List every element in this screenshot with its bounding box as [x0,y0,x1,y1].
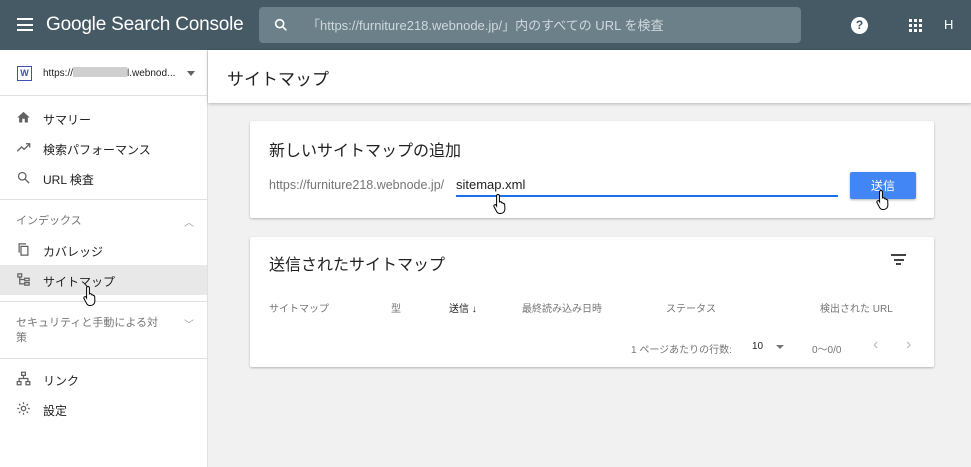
hand-cursor-icon [876,189,889,210]
chevron-up-icon[interactable]: ︿ [184,214,194,229]
column-header-status[interactable]: ステータス [666,300,716,315]
caret-down-icon[interactable] [776,345,784,349]
divider [0,358,207,359]
search-icon[interactable] [273,17,289,33]
property-url-suffix: l.webnod... [127,68,176,79]
page-header: サイトマップ [208,50,971,103]
column-header-discovered-urls[interactable]: 検出された URL [820,300,893,315]
property-url-prefix: https:// [43,68,74,79]
search-input[interactable] [307,7,787,43]
sidebar: W https:// l.webnod... サマリー 検索パフォーマンス URL… [0,50,208,467]
copy-icon [18,243,29,256]
sidebar-item-label: サマリー [43,113,92,127]
property-favicon: W [17,66,32,81]
sidebar-item-label: 設定 [43,404,68,418]
sidebar-item-label: URL 検査 [43,173,94,187]
hand-cursor-icon [83,285,96,306]
sidebar-item-performance[interactable]: 検索パフォーマンス [0,133,207,163]
sidebar-item-label: リンク [43,374,80,388]
card-title: 送信されたサイトマップ [269,257,446,274]
chevron-left-icon[interactable]: ‹ [873,336,878,354]
divider [0,301,207,302]
column-header-sitemap[interactable]: サイトマップ [269,300,329,315]
apps-icon[interactable] [909,19,922,32]
avatar[interactable]: H [944,17,953,32]
redacted-block [73,67,128,77]
sidebar-item-settings[interactable]: 設定 [0,394,207,424]
submitted-sitemaps-card: 送信されたサイトマップ サイトマップ 型 送信 ↓ 最終読み込み日時 ステータス… [250,237,934,367]
menu-icon[interactable] [17,18,33,31]
sidebar-item-sitemaps[interactable]: サイトマップ [0,265,207,295]
gear-icon [17,402,30,415]
property-selector[interactable]: W https:// l.webnod... [0,50,207,96]
column-header-submitted[interactable]: 送信 ↓ [449,300,477,315]
card-title: 新しいサイトマップの追加 [269,143,462,160]
sitemap-icon [17,273,30,286]
help-icon[interactable]: ? [851,17,868,34]
sidebar-item-coverage[interactable]: カバレッジ [0,235,207,265]
hand-cursor-icon [493,193,506,214]
section-label: インデックス [16,215,82,227]
sidebar-item-label: カバレッジ [43,245,104,259]
rows-per-page-label: 1 ページあたりの行数: [631,345,732,356]
app-title[interactable]: Google Search Console [46,14,244,36]
filter-icon[interactable] [891,254,906,265]
chevron-right-icon[interactable]: › [906,336,911,354]
sidebar-item-links[interactable]: リンク [0,364,207,394]
column-header-type[interactable]: 型 [391,300,401,315]
divider [0,199,207,200]
sidebar-item-summary[interactable]: サマリー [0,103,207,133]
pagination-range: 0～0/0 [812,345,842,356]
search-icon [17,171,30,184]
section-security[interactable]: セキュリティと手動による対 策 ﹀ [0,316,207,348]
rows-per-page-select[interactable]: 10 [752,341,763,352]
page-title: サイトマップ [227,70,329,89]
url-prefix: https://furniture218.webnode.jp/ [269,178,445,192]
sidebar-item-url-inspection[interactable]: URL 検査 [0,163,207,193]
property-url: https:// l.webnod... [43,67,175,79]
section-label-line2: 策 [16,332,27,344]
caret-down-icon[interactable] [187,71,195,76]
sidebar-item-label: サイトマップ [43,275,116,289]
section-index[interactable]: インデックス ︿ [0,214,207,229]
column-header-last-read[interactable]: 最終読み込み日時 [522,300,602,315]
sitemap-url-input[interactable] [456,173,838,197]
section-label-line1: セキュリティと手動による対 [16,317,159,329]
sidebar-item-label: 検索パフォーマンス [43,143,151,157]
top-app-bar: Google Search Console ? H [0,0,971,50]
trending-up-icon [16,143,31,152]
links-icon [16,371,31,386]
home-icon [17,111,30,123]
url-inspection-search[interactable] [259,7,801,43]
add-sitemap-card: 新しいサイトマップの追加 https://furniture218.webnod… [250,121,934,218]
chevron-down-icon[interactable]: ﹀ [184,316,194,331]
